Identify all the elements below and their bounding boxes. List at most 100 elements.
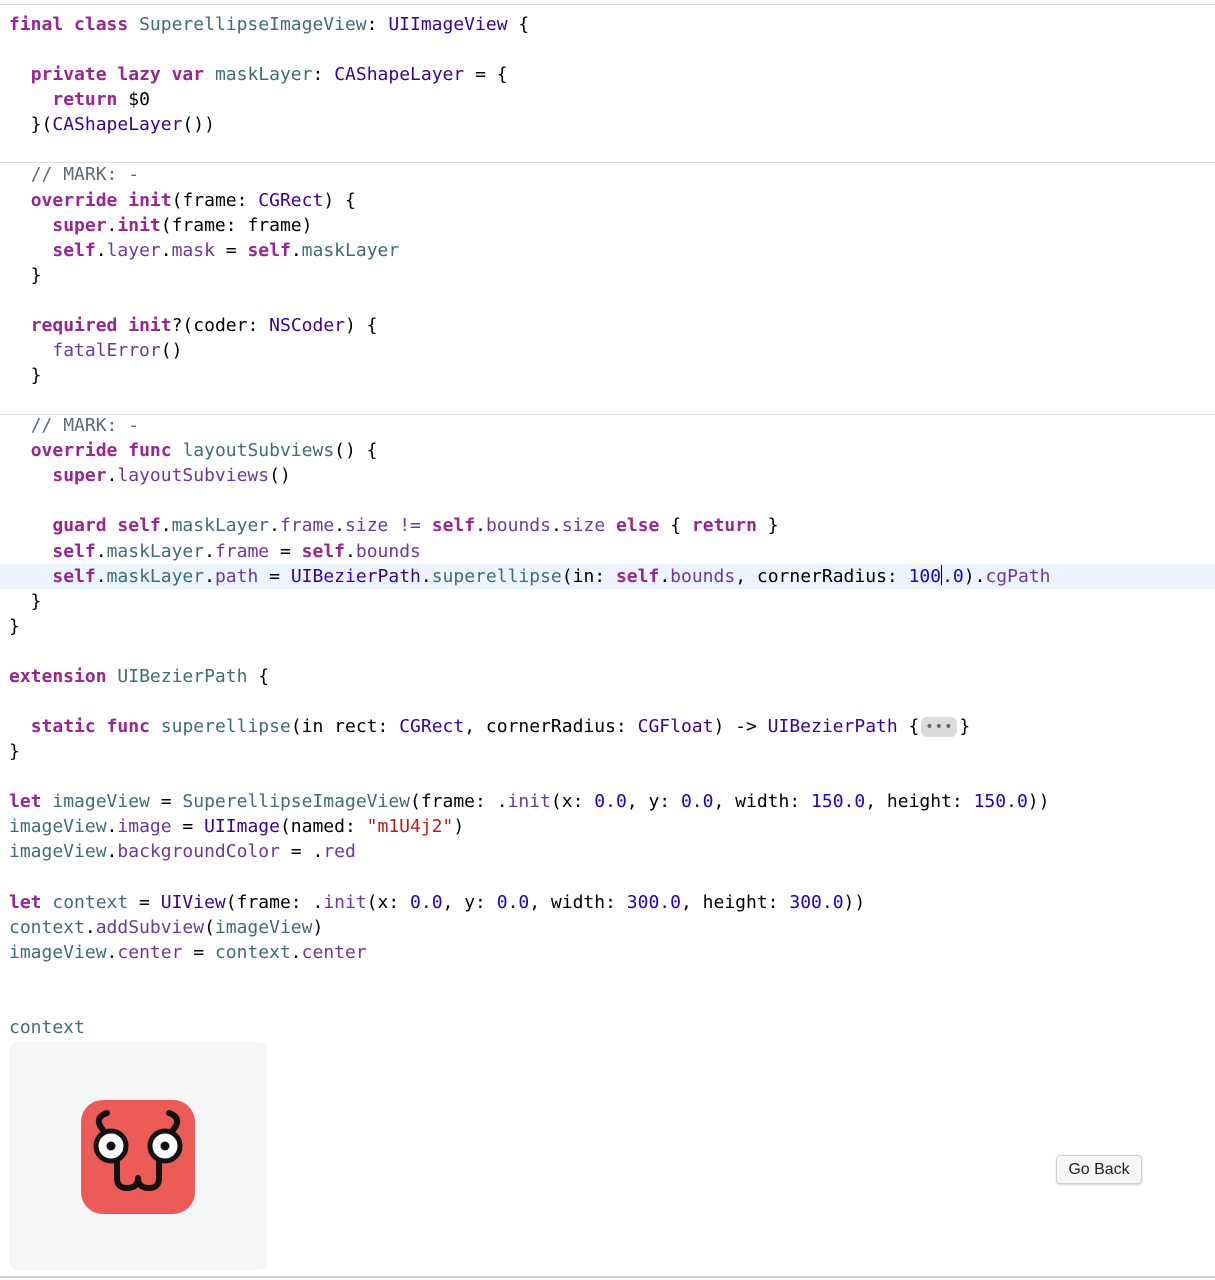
bottom-border [0,1276,1215,1278]
code-line[interactable]: self.maskLayer.path = UIBezierPath.super… [0,563,1215,589]
code-line[interactable]: context [0,1015,1215,1040]
code-token: context [9,1016,85,1038]
code-line[interactable]: } [0,263,1215,288]
code-token: layoutSubviews [117,465,270,487]
code-token: addSubview [95,916,205,938]
code-line[interactable]: override init(frame: CGRect) { [0,188,1215,213]
code-token: . [659,565,671,587]
code-token: }( [9,114,53,136]
code-line[interactable]: guard self.maskLayer.frame.size != self.… [0,513,1215,538]
code-token: imageView [52,791,150,813]
code-line[interactable]: override func layoutSubviews() { [0,438,1215,463]
live-view-preview [9,1042,267,1270]
code-line[interactable] [0,388,1215,413]
code-token: , width: [529,891,627,913]
code-line[interactable]: self.layer.mask = self.maskLayer [0,238,1215,263]
code-line[interactable] [0,990,1215,1015]
code-line[interactable]: fatalError() [0,338,1215,363]
code-line[interactable]: return $0 [0,87,1215,112]
code-token: 100 [908,565,942,587]
code-token: path [214,565,259,587]
code-line[interactable] [0,488,1215,513]
code-token: , y: [442,891,497,913]
code-token: private [30,64,107,86]
code-token: . [95,565,107,587]
code-line[interactable]: required init?(coder: NSCoder) { [0,313,1215,338]
code-line[interactable]: private lazy var maskLayer: CAShapeLayer… [0,62,1215,87]
code-token: . [160,515,172,537]
code-token: self [431,515,476,537]
code-line[interactable]: } [0,363,1215,388]
code-line[interactable] [0,864,1215,889]
code-line[interactable]: // MARK: - [0,413,1215,438]
code-token: 0.0 [496,891,530,913]
code-token: bounds [485,515,551,537]
code-token: context [52,891,129,913]
code-token: () [269,465,291,487]
code-line[interactable] [0,965,1215,990]
code-line[interactable]: imageView.image = UIImage(named: "m1U4j2… [0,814,1215,839]
code-line[interactable]: context.addSubview(imageView) [0,915,1215,940]
code-line[interactable]: } [0,589,1215,614]
code-line[interactable] [0,137,1215,162]
code-line[interactable]: } [0,614,1215,639]
code-line[interactable]: // MARK: - [0,162,1215,187]
code-line[interactable]: self.maskLayer.frame = self.bounds [0,539,1215,564]
code-token: init [507,791,551,813]
code-token: (named: [279,816,367,838]
code-token: = [149,791,183,813]
code-line[interactable]: let context = UIView(frame: .init(x: 0.0… [0,890,1215,915]
code-line[interactable]: let imageView = SuperellipseImageView(fr… [0,789,1215,814]
code-token: imageView [214,916,313,938]
code-token: CGFloat [637,716,714,737]
code-token: ()) [182,114,215,136]
code-token: fatalError [52,339,161,361]
code-token: } [9,741,20,762]
code-line[interactable]: } [0,739,1215,764]
code-token: bounds [355,540,421,562]
code-line[interactable] [0,764,1215,789]
code-line[interactable]: extension UIBezierPath { [0,664,1215,689]
code-token: } [9,264,42,286]
code-token: () { [334,440,378,462]
code-token: .0 [942,565,964,587]
code-line[interactable]: super.layoutSubviews() [0,463,1215,488]
code-line[interactable]: static func superellipse(in rect: CGRect… [0,714,1215,739]
code-line[interactable]: }(CAShapeLayer()) [0,112,1215,137]
code-token: imageView [9,816,107,838]
code-token: func [128,440,172,462]
folded-code-ellipsis-icon[interactable]: ••• [921,717,958,737]
code-token: } [9,590,42,612]
code-line[interactable] [0,37,1215,62]
code-token: 300.0 [626,891,681,913]
code-token: . [475,515,486,537]
code-token: : [312,64,335,86]
code-line[interactable]: super.init(frame: frame) [0,213,1215,238]
code-line[interactable] [0,689,1215,714]
code-line[interactable]: imageView.center = context.center [0,940,1215,965]
code-token: // MARK: - [30,164,140,186]
code-line[interactable]: imageView.backgroundColor = .red [0,839,1215,864]
code-token: let [9,891,42,913]
code-token: ) [453,816,465,838]
code-token: super [52,214,107,236]
code-token: $0 [117,89,150,111]
code-token: )) [843,891,866,913]
code-line[interactable]: final class SuperellipseImageView: UIIma… [0,12,1215,37]
go-back-button[interactable]: Go Back [1056,1155,1142,1184]
code-line[interactable] [0,639,1215,664]
code-line[interactable] [0,288,1215,313]
